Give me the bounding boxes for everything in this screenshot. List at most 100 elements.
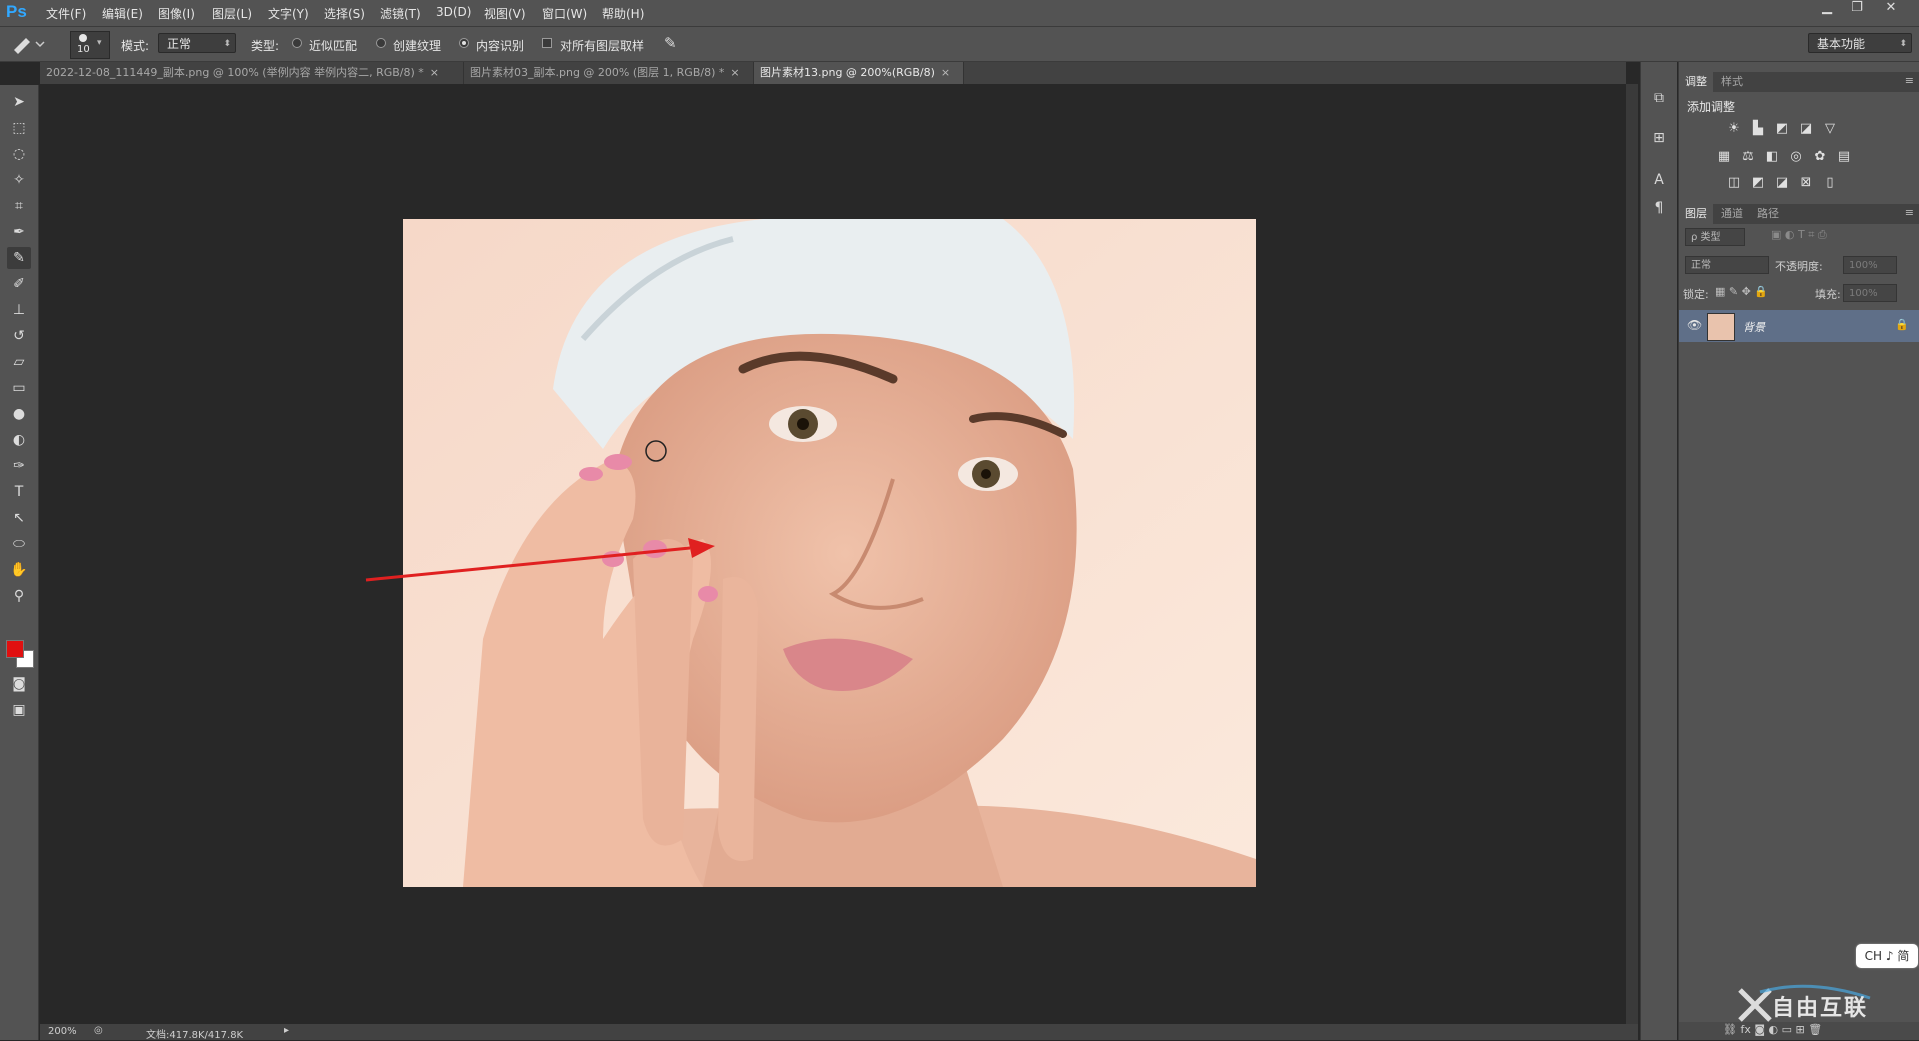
properties-panel-icon[interactable]: ⊞ — [1649, 128, 1669, 148]
curves-icon[interactable]: ◩ — [1773, 120, 1791, 138]
sample-all-layers-checkbox[interactable] — [542, 38, 552, 48]
lock-icons[interactable]: ▦ ✎ ✥ 🔒 — [1715, 285, 1768, 298]
black-white-icon[interactable]: ◧ — [1763, 148, 1781, 166]
right-panels: 调整 样式 ≡ 添加调整 ☀ ▙ ◩ ◪ ▽ ▦ ⚖ ◧ ◎ ✿ ▤ ◫ ◩ ◪… — [1678, 62, 1919, 1040]
exposure-icon[interactable]: ◪ — [1797, 120, 1815, 138]
radio-create-texture[interactable] — [376, 38, 386, 48]
lock-label: 锁定: — [1683, 288, 1709, 301]
posterize-icon[interactable]: ◩ — [1749, 174, 1767, 192]
ellipse-tool-icon[interactable]: ⬭ — [7, 533, 31, 555]
color-lookup-icon[interactable]: ▤ — [1835, 148, 1853, 166]
marquee-tool-icon[interactable]: ⬚ — [7, 117, 31, 139]
screen-mode-icon[interactable]: ▣ — [7, 699, 31, 721]
layer-kind-filter[interactable]: ρ 类型 — [1685, 228, 1745, 246]
sample-all-layers-label: 对所有图层取样 — [560, 39, 645, 53]
lasso-tool-icon[interactable]: ◌ — [7, 143, 31, 165]
menu-window[interactable]: 窗口(W) — [542, 5, 587, 22]
tab-layers[interactable]: 图层 — [1679, 204, 1713, 224]
layer-thumbnail — [1707, 313, 1735, 341]
move-tool-icon[interactable]: ➤ — [7, 91, 31, 113]
menu-view[interactable]: 视图(V) — [484, 5, 526, 22]
vertical-scrollbar[interactable] — [1626, 84, 1638, 1024]
menu-edit[interactable]: 编辑(E) — [102, 5, 143, 22]
tab-paths[interactable]: 路径 — [1751, 204, 1785, 224]
brush-size-picker[interactable]: 10 ▾ — [70, 31, 110, 59]
gradient-tool-icon[interactable]: ▭ — [7, 377, 31, 399]
history-panel-icon[interactable]: ⧉ — [1649, 88, 1669, 108]
photoshop-logo: Ps — [6, 2, 27, 21]
healing-brush-tool-icon[interactable]: ✎ — [7, 247, 31, 269]
path-selection-tool-icon[interactable]: ↖ — [7, 507, 31, 529]
layer-name[interactable]: 背景 — [1743, 319, 1765, 335]
color-balance-icon[interactable]: ⚖ — [1739, 148, 1757, 166]
brush-tool-icon[interactable]: ✐ — [7, 273, 31, 295]
blur-tool-icon[interactable]: ● — [7, 403, 31, 425]
visibility-eye-icon[interactable]: 👁 — [1687, 318, 1702, 332]
threshold-icon[interactable]: ◪ — [1773, 174, 1791, 192]
gradient-map-icon[interactable]: ⊠ — [1797, 174, 1815, 192]
tab-document-1[interactable]: 2022-12-08_111449_副本.png @ 100% (举例内容 举例… — [40, 62, 464, 84]
fill-input[interactable]: 100% — [1843, 284, 1897, 302]
minimize-button[interactable]: ▁ — [1812, 0, 1842, 18]
tab-channels[interactable]: 通道 — [1715, 204, 1749, 224]
tab-adjustments[interactable]: 调整 — [1679, 72, 1713, 92]
radio-content-aware[interactable] — [459, 38, 469, 48]
menu-help[interactable]: 帮助(H) — [602, 5, 644, 22]
blend-mode-select[interactable]: 正常 — [1685, 256, 1769, 274]
close-icon[interactable]: × — [941, 66, 950, 79]
menu-file[interactable]: 文件(F) — [46, 5, 86, 22]
magic-wand-tool-icon[interactable]: ✧ — [7, 169, 31, 191]
tab-label: 图片素材03_副本.png @ 200% (图层 1, RGB/8) * — [470, 66, 725, 79]
type-tool-icon[interactable]: T — [7, 481, 31, 503]
zoom-tool-icon[interactable]: ⚲ — [7, 585, 31, 607]
invert-icon[interactable]: ◫ — [1725, 174, 1743, 192]
workspace-select[interactable]: 基本功能 ⬍ — [1808, 33, 1912, 53]
status-info-icon[interactable]: ◎ — [94, 1025, 103, 1036]
channel-mixer-icon[interactable]: ✿ — [1811, 148, 1829, 166]
tab-document-3[interactable]: 图片素材13.png @ 200%(RGB/8) × — [754, 62, 964, 84]
opacity-input[interactable]: 100% — [1843, 256, 1897, 274]
photo-filter-icon[interactable]: ◎ — [1787, 148, 1805, 166]
eraser-tool-icon[interactable]: ▱ — [7, 351, 31, 373]
ime-indicator[interactable]: CH ♪ 简 — [1856, 944, 1918, 968]
menu-type[interactable]: 文字(Y) — [268, 5, 309, 22]
paragraph-panel-icon[interactable]: ¶ — [1649, 198, 1669, 218]
panel-menu-icon[interactable]: ≡ — [1905, 206, 1914, 219]
status-menu-arrow-icon[interactable]: ▸ — [284, 1025, 289, 1036]
panel-menu-icon[interactable]: ≡ — [1905, 74, 1914, 87]
menu-image[interactable]: 图像(I) — [158, 5, 195, 22]
pressure-brush-icon[interactable]: ✎ — [664, 34, 677, 52]
clone-stamp-tool-icon[interactable]: ⊥ — [7, 299, 31, 321]
hand-tool-icon[interactable]: ✋ — [7, 559, 31, 581]
character-panel-icon[interactable]: A — [1649, 170, 1669, 190]
menu-3d[interactable]: 3D(D) — [436, 5, 471, 19]
levels-icon[interactable]: ▙ — [1749, 120, 1767, 138]
tab-document-2[interactable]: 图片素材03_副本.png @ 200% (图层 1, RGB/8) * × — [464, 62, 754, 84]
hue-saturation-icon[interactable]: ▦ — [1715, 148, 1733, 166]
close-button[interactable]: ✕ — [1876, 0, 1906, 18]
close-icon[interactable]: × — [730, 66, 739, 79]
filter-icons[interactable]: ▣ ◐ T ⌗ ⎙ — [1771, 228, 1827, 242]
eyedropper-tool-icon[interactable]: ✒ — [7, 221, 31, 243]
close-icon[interactable]: × — [430, 66, 439, 79]
dodge-tool-icon[interactable]: ◐ — [7, 429, 31, 451]
selective-color-icon[interactable]: ▯ — [1821, 174, 1839, 192]
brightness-icon[interactable]: ☀ — [1725, 120, 1743, 138]
tab-styles[interactable]: 样式 — [1715, 72, 1749, 92]
foreground-color-fill — [6, 640, 24, 658]
history-brush-tool-icon[interactable]: ↺ — [7, 325, 31, 347]
tool-preset-picker[interactable] — [6, 32, 56, 56]
restore-button[interactable]: ❐ — [1842, 0, 1872, 18]
zoom-level[interactable]: 200% — [48, 1026, 77, 1037]
menu-select[interactable]: 选择(S) — [324, 5, 365, 22]
vibrance-icon[interactable]: ▽ — [1821, 120, 1839, 138]
layer-row-background[interactable]: 👁 背景 🔒 — [1679, 310, 1919, 342]
mode-value: 正常 — [167, 37, 192, 51]
crop-tool-icon[interactable]: ⌗ — [7, 195, 31, 217]
radio-proximity-match[interactable] — [292, 38, 302, 48]
pen-tool-icon[interactable]: ✑ — [7, 455, 31, 477]
menu-filter[interactable]: 滤镜(T) — [380, 5, 421, 22]
mode-select[interactable]: 正常 ⬍ — [158, 33, 236, 53]
menu-layer[interactable]: 图层(L) — [212, 5, 252, 22]
quick-mask-icon[interactable]: ◙ — [7, 673, 31, 695]
